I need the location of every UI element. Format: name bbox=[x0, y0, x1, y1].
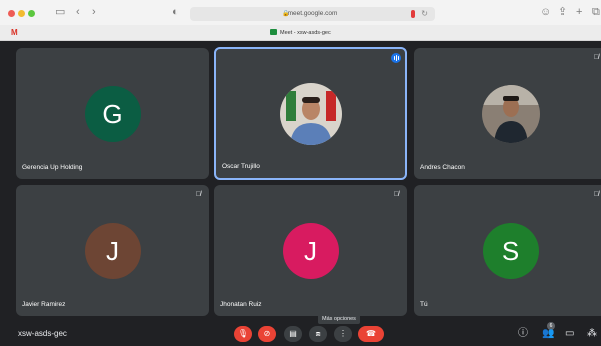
recording-mic-icon bbox=[411, 10, 415, 18]
participant-name: Gerencia Up Holding bbox=[22, 164, 83, 171]
avatar-photo bbox=[481, 84, 540, 143]
more-options-button[interactable]: ⋮ bbox=[334, 326, 352, 342]
avatar: J bbox=[84, 222, 141, 279]
avatar: S bbox=[482, 222, 539, 279]
address-url: meet.google.com bbox=[287, 10, 338, 17]
new-tab-icon[interactable]: + bbox=[576, 5, 582, 19]
gmail-icon[interactable]: M bbox=[11, 28, 18, 37]
avatar: G bbox=[84, 85, 141, 142]
participant-tile[interactable]: 🎙̸ J Jhonatan Ruiz bbox=[214, 185, 407, 316]
browser-toolbar: ▭ ‹ › ◐ 🔒 meet.google.com ↻ ☺ ⇪ + ⧉ bbox=[0, 0, 601, 25]
chat-icon[interactable]: ▭ bbox=[565, 327, 574, 341]
avatar-photo bbox=[279, 82, 342, 145]
captions-icon: ▤ bbox=[289, 329, 297, 338]
sidebar-icon[interactable]: ▭ bbox=[55, 5, 65, 19]
meet-stage: G Gerencia Up Holding Oscar Trujillo 🎙̸ … bbox=[0, 41, 601, 346]
participant-tile[interactable]: 🎙̸ J Javier Ramirez bbox=[16, 185, 209, 316]
avatar: J bbox=[282, 222, 339, 279]
privacy-shield-icon[interactable]: ◐ bbox=[172, 5, 179, 19]
forward-icon[interactable]: › bbox=[92, 5, 96, 19]
more-options-tooltip: Más opciones bbox=[318, 314, 360, 324]
meeting-code: xsw-asds-gec bbox=[18, 329, 67, 338]
speaking-indicator-icon bbox=[391, 53, 401, 63]
participant-name: Oscar Trujillo bbox=[222, 163, 260, 170]
minimize-window-button[interactable] bbox=[18, 10, 25, 17]
present-screen-icon: ⧈ bbox=[315, 329, 321, 338]
participant-name: Andres Chacon bbox=[420, 164, 465, 171]
hang-up-icon: ☎ bbox=[366, 329, 376, 338]
share-icon[interactable]: ⇪ bbox=[558, 5, 567, 19]
maximize-window-button[interactable] bbox=[28, 10, 35, 17]
mic-off-icon: 🎙̸ bbox=[393, 191, 399, 198]
people-icon[interactable]: 👥 bbox=[542, 327, 554, 341]
captions-button[interactable]: ▤ bbox=[284, 326, 302, 342]
tab-overview-icon[interactable]: ⧉ bbox=[592, 5, 600, 19]
present-button[interactable]: ⧈ bbox=[309, 326, 327, 342]
address-bar[interactable]: 🔒 meet.google.com ↻ bbox=[190, 7, 435, 21]
participant-name: Jhonatan Ruiz bbox=[220, 301, 262, 308]
extensions-icon[interactable]: ☺ bbox=[540, 5, 551, 19]
participant-name: Tú bbox=[420, 301, 428, 308]
tab-title[interactable]: Meet - xsw-asds-gec bbox=[280, 29, 331, 37]
participant-tile-active[interactable]: Oscar Trujillo bbox=[214, 47, 407, 180]
mic-off-icon: 🎙̸ bbox=[593, 191, 599, 198]
participant-tile[interactable]: 🎙̸ Andres Chacon bbox=[414, 48, 601, 179]
tab-bar: M Meet - xsw-asds-gec bbox=[0, 25, 601, 41]
camera-off-icon: ⊘ bbox=[263, 329, 271, 338]
participant-name: Javier Ramirez bbox=[22, 301, 66, 308]
camera-toggle-button[interactable]: ⊘ bbox=[258, 326, 276, 342]
mic-off-icon: 🎙 bbox=[237, 329, 249, 338]
mic-toggle-button[interactable]: 🎙 bbox=[234, 326, 252, 342]
back-icon[interactable]: ‹ bbox=[76, 5, 80, 19]
reload-icon[interactable]: ↻ bbox=[421, 7, 428, 20]
activities-icon[interactable]: ⁂ bbox=[587, 327, 597, 341]
participant-tile[interactable]: 🎙̸ S Tú bbox=[414, 185, 601, 316]
mic-off-icon: 🎙̸ bbox=[195, 191, 201, 198]
more-vert-icon: ⋮ bbox=[339, 329, 347, 338]
screen: ▭ ‹ › ◐ 🔒 meet.google.com ↻ ☺ ⇪ + ⧉ M Me… bbox=[0, 0, 601, 346]
meeting-info-icon[interactable]: ⓘ bbox=[518, 327, 528, 341]
close-window-button[interactable] bbox=[8, 10, 15, 17]
participant-tile[interactable]: G Gerencia Up Holding bbox=[16, 48, 209, 179]
mic-off-icon: 🎙̸ bbox=[593, 54, 599, 61]
meet-favicon-icon bbox=[270, 29, 277, 35]
leave-call-button[interactable]: ☎ bbox=[358, 326, 384, 342]
